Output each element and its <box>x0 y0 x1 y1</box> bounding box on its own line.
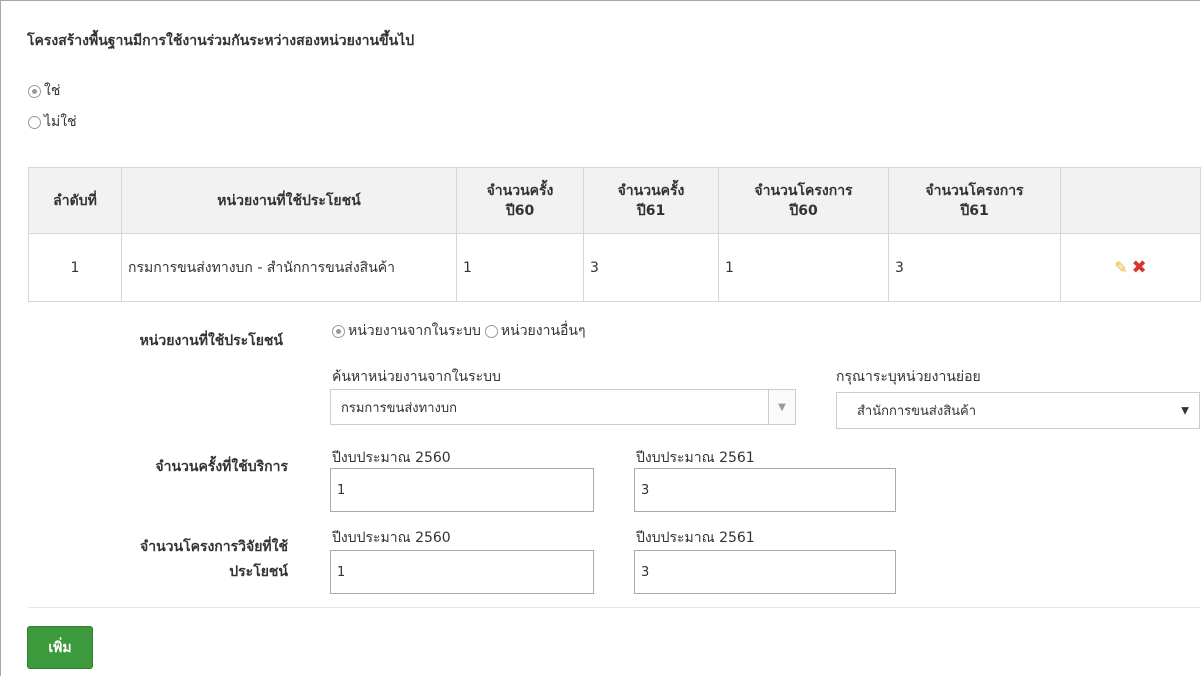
radio-other-agency[interactable] <box>484 324 498 338</box>
times-year61-label: ปีงบประมาณ 2561 <box>636 450 755 466</box>
col-header-times60: จำนวนครั้ง ปี60 <box>456 167 584 234</box>
option-no-label: ไม่ใช่ <box>44 114 77 130</box>
option-yes-label: ใช่ <box>44 83 61 99</box>
agency-select[interactable]: กรมการขนส่งทางบก ▼ <box>330 389 796 425</box>
form-divider <box>28 607 1200 608</box>
radio-internal-agency[interactable] <box>332 324 345 338</box>
col-header-projects60: จำนวนโครงการ ปี60 <box>718 167 889 234</box>
question-heading: โครงสร้างพื้นฐานมีการใช้งานร่วมกันระหว่า… <box>27 33 415 49</box>
edit-pencil-icon[interactable]: ✎ <box>1114 259 1127 276</box>
projects-label-line2: ประโยชน์ <box>229 564 288 580</box>
times61-input[interactable]: 3 <box>634 468 896 512</box>
projects-label-line1: จำนวนโครงการวิจัยที่ใช้ <box>140 539 288 555</box>
cell-agency: กรมการขนส่งทางบก - สำนักการขนส่งสินค้า <box>121 233 457 302</box>
cell-no: 1 <box>28 233 122 302</box>
add-button[interactable]: เพิ่ม <box>27 626 93 669</box>
sub-agency-select[interactable]: สำนักการขนส่งสินค้า ▼ <box>836 392 1200 429</box>
cell-times61: 3 <box>583 233 719 302</box>
cell-projects60: 1 <box>718 233 889 302</box>
radio-yes[interactable] <box>28 84 41 98</box>
col-header-no: ลำดับที่ <box>28 167 122 234</box>
times-year60-label: ปีงบประมาณ 2560 <box>332 450 451 466</box>
projects-year61-label: ปีงบประมาณ 2561 <box>636 530 755 546</box>
agency-label: หน่วยงานที่ใช้ประโยชน์ <box>139 333 283 349</box>
radio-internal-label: หน่วยงานจากในระบบ <box>348 323 481 339</box>
option-no[interactable]: ไม่ใช่ <box>28 111 77 133</box>
agency-radio-group: หน่วยงานจากในระบบ หน่วยงานอื่นๆ <box>332 320 586 342</box>
cell-times60: 1 <box>456 233 584 302</box>
projects60-input[interactable]: 1 <box>330 550 594 594</box>
table-header-row: ลำดับที่ หน่วยงานที่ใช้ประโยชน์ จำนวนครั… <box>28 167 1201 234</box>
chevron-down-icon[interactable]: ▼ <box>1181 405 1189 416</box>
projects-year60-label: ปีงบประมาณ 2560 <box>332 530 451 546</box>
times-label: จำนวนครั้งที่ใช้บริการ <box>155 459 288 475</box>
projects61-input[interactable]: 3 <box>634 550 896 594</box>
sub-agency-select-value: สำนักการขนส่งสินค้า <box>857 404 977 419</box>
chevron-down-icon[interactable]: ▼ <box>768 390 795 424</box>
sub-agency-label: กรุณาระบุหน่วยงานย่อย <box>836 369 981 385</box>
table-row: 1 กรมการขนส่งทางบก - สำนักการขนส่งสินค้า… <box>28 233 1201 302</box>
cell-actions: ✎ ✖ <box>1060 233 1201 302</box>
col-header-actions <box>1060 167 1201 234</box>
times60-input[interactable]: 1 <box>330 468 594 512</box>
radio-other-label: หน่วยงานอื่นๆ <box>500 323 586 339</box>
agency-table: ลำดับที่ หน่วยงานที่ใช้ประโยชน์ จำนวนครั… <box>28 167 1201 302</box>
col-header-times61: จำนวนครั้ง ปี61 <box>583 167 719 234</box>
col-header-agency: หน่วยงานที่ใช้ประโยชน์ <box>121 167 457 234</box>
radio-no[interactable] <box>28 115 41 129</box>
option-yes[interactable]: ใช่ <box>28 80 60 102</box>
cell-projects61: 3 <box>888 233 1061 302</box>
delete-x-icon[interactable]: ✖ <box>1132 258 1147 276</box>
agency-select-value: กรมการขนส่งทางบก <box>341 400 457 416</box>
col-header-projects61: จำนวนโครงการ ปี61 <box>888 167 1061 234</box>
search-agency-label: ค้นหาหน่วยงานจากในระบบ <box>332 369 501 385</box>
